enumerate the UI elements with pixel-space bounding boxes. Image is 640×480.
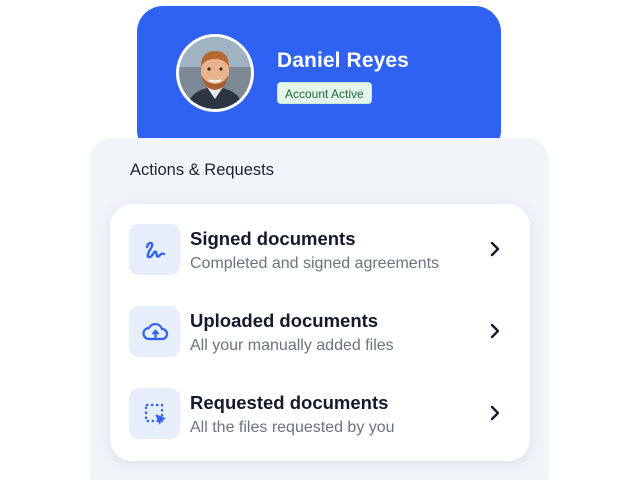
select-cursor-icon bbox=[144, 403, 165, 424]
item-title: Uploaded documents bbox=[190, 310, 379, 331]
list-item-requested-documents[interactable]: Requested documents All the files reques… bbox=[110, 368, 530, 450]
item-icon-box bbox=[129, 306, 180, 357]
item-subtitle: All your manually added files bbox=[190, 337, 394, 354]
item-title: Requested documents bbox=[190, 392, 389, 413]
chevron-right-icon bbox=[490, 241, 500, 257]
chevron-right-icon bbox=[490, 405, 500, 421]
user-name: Daniel Reyes bbox=[277, 49, 409, 72]
actions-list: Signed documents Completed and signed ag… bbox=[110, 204, 530, 461]
avatar[interactable] bbox=[176, 34, 254, 112]
item-title: Signed documents bbox=[190, 228, 356, 249]
panel-title: Actions & Requests bbox=[130, 161, 274, 179]
list-item-uploaded-documents[interactable]: Uploaded documents All your manually add… bbox=[110, 286, 530, 368]
item-subtitle: Completed and signed agreements bbox=[190, 255, 440, 272]
chevron-right-icon bbox=[490, 323, 500, 339]
status-badge: Account Active bbox=[277, 82, 372, 104]
user-photo-icon bbox=[179, 37, 251, 109]
list-item-signed-documents[interactable]: Signed documents Completed and signed ag… bbox=[110, 204, 530, 286]
item-icon-box bbox=[129, 224, 180, 275]
item-icon-box bbox=[129, 388, 180, 439]
signature-icon bbox=[145, 241, 165, 258]
item-subtitle: All the files requested by you bbox=[190, 419, 395, 436]
cloud-upload-icon bbox=[141, 322, 168, 340]
